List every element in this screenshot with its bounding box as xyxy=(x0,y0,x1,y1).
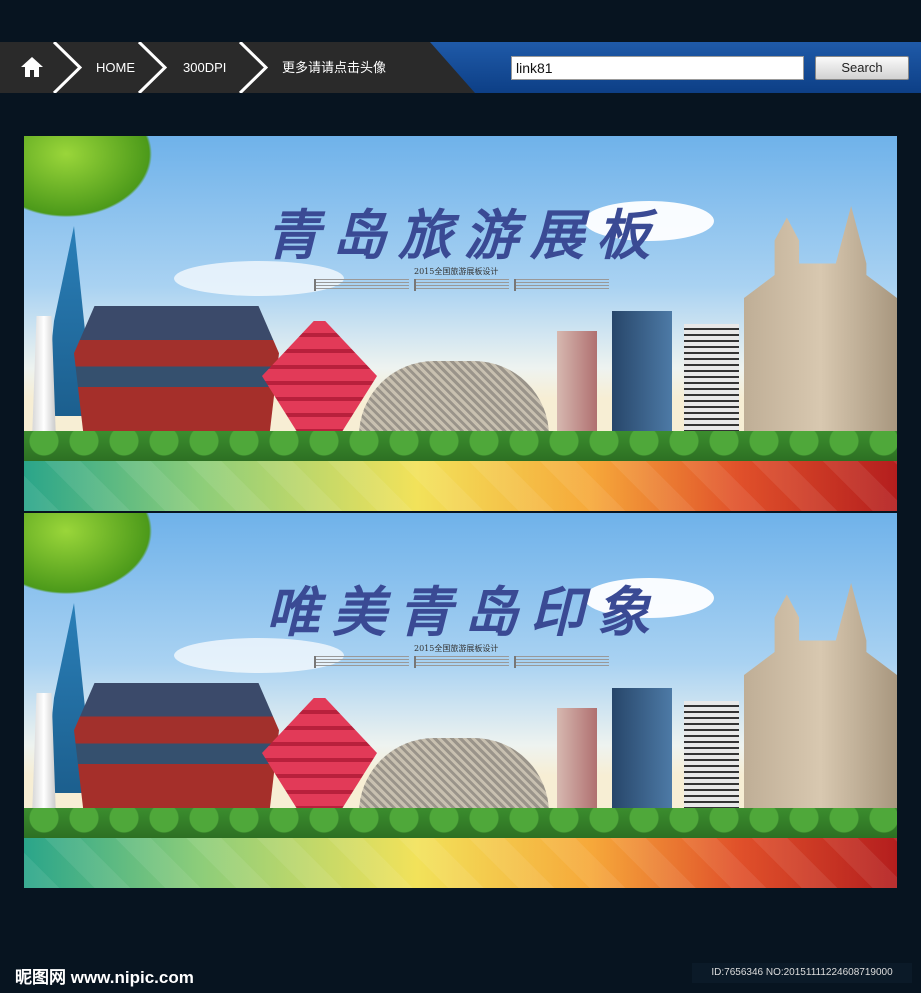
color-band xyxy=(24,838,897,888)
chevron-right-icon xyxy=(137,42,167,93)
text-lines xyxy=(414,656,509,668)
leaves-image xyxy=(24,513,164,603)
tower-building xyxy=(557,331,597,431)
search-button[interactable]: Search xyxy=(815,56,909,80)
glass-tower xyxy=(612,311,672,441)
office-tower xyxy=(684,701,739,818)
poster-panel-2: 唯美青岛印象 2015全国旅游展板设计 xyxy=(24,513,897,888)
image-id: ID:7656346 NO:20151111224608719000 xyxy=(692,963,912,983)
may-fourth-sculpture xyxy=(262,698,377,808)
trees xyxy=(24,808,897,840)
trees xyxy=(24,431,897,463)
dome-building xyxy=(359,361,549,436)
poster-panel-1: 青岛旅游展板 2015全国旅游展板设计 xyxy=(24,136,897,511)
tower-building xyxy=(557,708,597,808)
breadcrumb-more[interactable]: 更多请请点击头像 xyxy=(282,42,386,93)
chevron-right-icon xyxy=(52,42,82,93)
glass-tower xyxy=(612,688,672,818)
chevron-right-icon xyxy=(238,42,268,93)
dome-building xyxy=(359,738,549,813)
search-input[interactable]: link81 xyxy=(511,56,804,80)
may-fourth-sculpture xyxy=(262,321,377,431)
breadcrumb-300dpi[interactable]: 300DPI xyxy=(183,42,226,93)
home-icon[interactable] xyxy=(20,55,44,79)
office-tower xyxy=(684,324,739,441)
pavilion xyxy=(74,683,279,818)
poster-title: 青岛旅游展板 xyxy=(266,203,662,267)
poster-subtitle: 2015全国旅游展板设计 xyxy=(414,644,499,653)
breadcrumb-home[interactable]: HOME xyxy=(96,42,135,93)
pavilion xyxy=(74,306,279,441)
church xyxy=(744,583,897,813)
text-lines xyxy=(314,279,409,291)
text-lines xyxy=(514,656,609,668)
text-lines xyxy=(514,279,609,291)
text-lines xyxy=(414,279,509,291)
poster-title: 唯美青岛印象 xyxy=(266,580,662,644)
color-band xyxy=(24,461,897,511)
poster-subtitle: 2015全国旅游展板设计 xyxy=(414,267,499,276)
church xyxy=(744,206,897,436)
leaves-image xyxy=(24,136,164,226)
nipic-logo[interactable]: 昵图网 www.nipic.com xyxy=(15,963,194,988)
text-lines xyxy=(314,656,409,668)
